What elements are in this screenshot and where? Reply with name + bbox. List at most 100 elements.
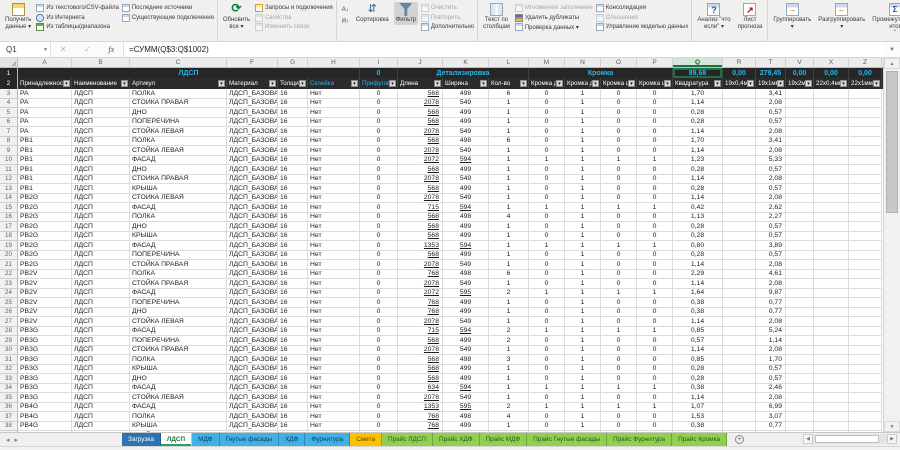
cell-G38[interactable]: 16 xyxy=(278,422,308,432)
cell-A37[interactable]: PB4G xyxy=(18,412,72,422)
cell-I6[interactable]: 0 xyxy=(360,118,398,128)
cell-M25[interactable]: 0 xyxy=(529,298,565,308)
sheet-tab[interactable]: Прайс Кромка xyxy=(672,433,727,446)
cell-C20[interactable]: ПОПЕРЕЧИНА xyxy=(130,251,227,261)
cell-N3[interactable]: 1 xyxy=(565,89,601,99)
cell-H22[interactable]: Нет xyxy=(308,270,360,280)
cell-T30[interactable]: 2,08 xyxy=(756,346,786,356)
cell-A35[interactable]: PB3G xyxy=(18,393,72,403)
data-model-button[interactable]: Управление моделью данных xyxy=(596,23,689,32)
cell-F21[interactable]: ЛДСП_БАЗОВАЯ xyxy=(227,260,278,270)
filter-dropdown-icon[interactable]: ▼ xyxy=(777,80,784,87)
cell-F29[interactable]: ЛДСП_БАЗОВАЯ xyxy=(227,336,278,346)
cell-J30[interactable]: 2078 xyxy=(398,346,443,356)
cell-Q12[interactable]: 1,14 xyxy=(673,175,723,185)
cell-H16[interactable]: Нет xyxy=(308,213,360,223)
cell-T3[interactable]: 3,41 xyxy=(756,89,786,99)
cell-L9[interactable]: 1 xyxy=(489,146,529,156)
column-header-C[interactable]: C xyxy=(130,58,227,67)
cell-Q25[interactable]: 0,38 xyxy=(673,298,723,308)
cell-Z31[interactable] xyxy=(849,355,882,365)
insert-function-icon[interactable]: fx xyxy=(108,45,114,54)
cell-C24[interactable]: ФАСАД xyxy=(130,289,227,299)
cell-G25[interactable]: 16 xyxy=(278,298,308,308)
cell-J26[interactable]: 768 xyxy=(398,308,443,318)
column-header-V[interactable]: V xyxy=(786,58,814,67)
row-header-10[interactable]: 10 xyxy=(0,156,18,166)
cell-V9[interactable] xyxy=(786,146,814,156)
cell-P9[interactable]: 0 xyxy=(637,146,673,156)
cell-T23[interactable]: 2,08 xyxy=(756,279,786,289)
cell-P37[interactable]: 0 xyxy=(637,412,673,422)
cell-K10[interactable]: 594 xyxy=(443,156,489,166)
cell-X35[interactable] xyxy=(814,393,849,403)
cell-Z5[interactable] xyxy=(849,108,882,118)
cell-C18[interactable]: КРЫША xyxy=(130,232,227,242)
summary-cell-Z[interactable]: 0,00 xyxy=(849,68,882,78)
cell-R11[interactable] xyxy=(723,165,756,175)
cell-B21[interactable]: ЛДСП xyxy=(72,260,130,270)
cell-G14[interactable]: 16 xyxy=(278,194,308,204)
column-header-O[interactable]: O xyxy=(601,58,637,67)
cell-K38[interactable]: 499 xyxy=(443,422,489,432)
cell-Q38[interactable]: 0,38 xyxy=(673,422,723,432)
cell-H10[interactable]: Нет xyxy=(308,156,360,166)
cell-G6[interactable]: 16 xyxy=(278,118,308,128)
cell-M7[interactable]: 0 xyxy=(529,127,565,137)
cell-L14[interactable]: 1 xyxy=(489,194,529,204)
cell-J14[interactable]: 2078 xyxy=(398,194,443,204)
cell-B33[interactable]: ЛДСП xyxy=(72,374,130,384)
cell-R31[interactable] xyxy=(723,355,756,365)
filter-dropdown-icon[interactable]: ▼ xyxy=(218,80,225,87)
cell-V7[interactable] xyxy=(786,127,814,137)
cell-O14[interactable]: 0 xyxy=(601,194,637,204)
cell-V17[interactable] xyxy=(786,222,814,232)
csv-file-button[interactable]: Из текстового/CSV-файла xyxy=(36,4,118,13)
cell-H4[interactable]: Нет xyxy=(308,99,360,109)
cell-T37[interactable]: 3,07 xyxy=(756,412,786,422)
cell-O30[interactable]: 0 xyxy=(601,346,637,356)
cell-X36[interactable] xyxy=(814,403,849,413)
cell-I37[interactable]: 0 xyxy=(360,412,398,422)
column-header-R[interactable]: R xyxy=(723,58,756,67)
cell-N11[interactable]: 1 xyxy=(565,165,601,175)
cell-O23[interactable]: 0 xyxy=(601,279,637,289)
cell-K23[interactable]: 549 xyxy=(443,279,489,289)
collapse-ribbon-icon[interactable]: ˆ xyxy=(893,29,896,38)
cell-O29[interactable]: 0 xyxy=(601,336,637,346)
cell-Q30[interactable]: 1,14 xyxy=(673,346,723,356)
row-header-11[interactable]: 11 xyxy=(0,165,18,175)
cell-P29[interactable]: 0 xyxy=(637,336,673,346)
cell-K4[interactable]: 549 xyxy=(443,99,489,109)
cell-M10[interactable]: 1 xyxy=(529,156,565,166)
cell-A19[interactable]: PB2G xyxy=(18,241,72,251)
cell-Q9[interactable]: 1,14 xyxy=(673,146,723,156)
cell-G22[interactable]: 16 xyxy=(278,270,308,280)
cell-F12[interactable]: ЛДСП_БАЗОВАЯ xyxy=(227,175,278,185)
cell-L30[interactable]: 1 xyxy=(489,346,529,356)
cell-B22[interactable]: ЛДСП xyxy=(72,270,130,280)
cell-M31[interactable]: 0 xyxy=(529,355,565,365)
cell-B37[interactable]: ЛДСП xyxy=(72,412,130,422)
cell-Z10[interactable] xyxy=(849,156,882,166)
cell-L32[interactable]: 1 xyxy=(489,365,529,375)
cell-R30[interactable] xyxy=(723,346,756,356)
cell-A29[interactable]: PB3G xyxy=(18,336,72,346)
cell-O16[interactable]: 0 xyxy=(601,213,637,223)
cell-V19[interactable] xyxy=(786,241,814,251)
cell-H34[interactable]: Нет xyxy=(308,384,360,394)
cell-V11[interactable] xyxy=(786,165,814,175)
cell-A22[interactable]: PB2V xyxy=(18,270,72,280)
cell-J31[interactable]: 568 xyxy=(398,355,443,365)
cell-T38[interactable]: 0,77 xyxy=(756,422,786,432)
sheet-tab[interactable]: Фурнитура xyxy=(305,433,350,446)
summary-cell-T[interactable]: 279,45 xyxy=(756,68,786,78)
header-cell-V[interactable]: 19х2мм▼ xyxy=(786,78,814,89)
cell-A21[interactable]: PB2G xyxy=(18,260,72,270)
cell-R24[interactable] xyxy=(723,289,756,299)
cell-O34[interactable]: 1 xyxy=(601,384,637,394)
cell-P6[interactable]: 0 xyxy=(637,118,673,128)
header-cell-M[interactable]: Кромка д1▼ xyxy=(529,78,565,89)
cell-P13[interactable]: 0 xyxy=(637,184,673,194)
summary-cell-M-P[interactable]: Кромка xyxy=(529,68,673,78)
